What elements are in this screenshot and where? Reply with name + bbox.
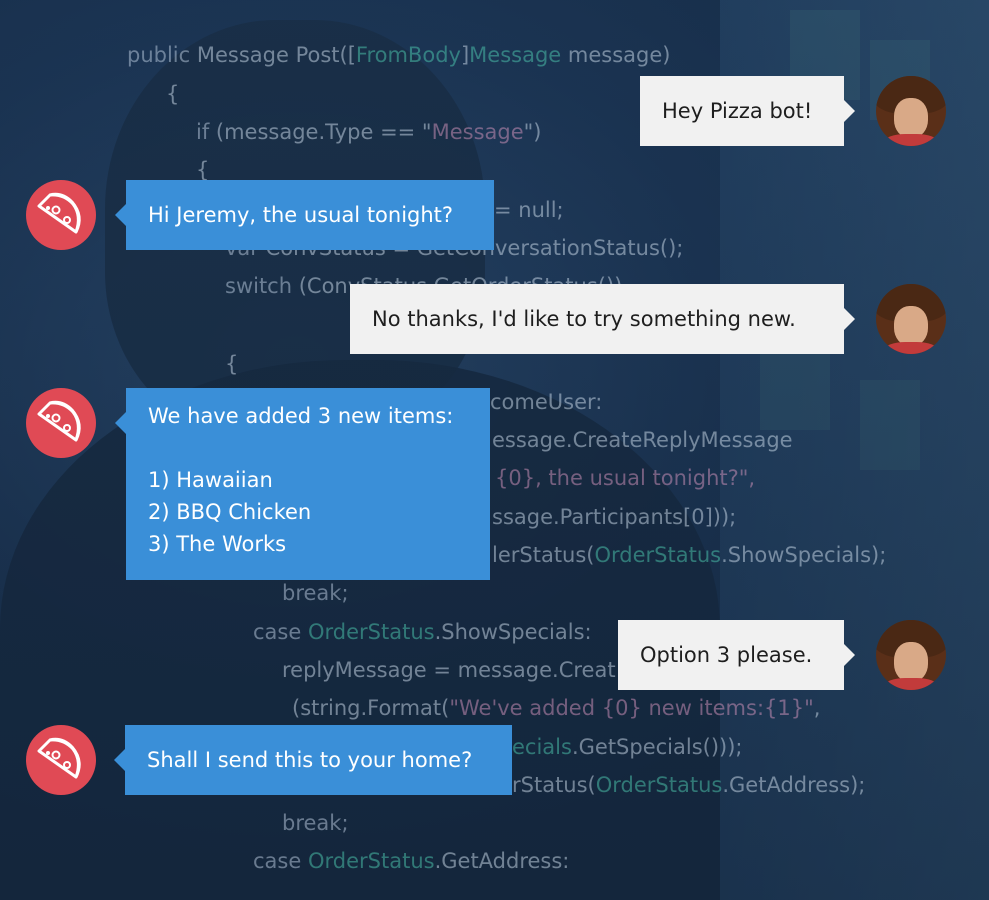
user-avatar: [876, 620, 946, 690]
code-line: case OrderStatus.ShowSpecials:: [253, 620, 592, 644]
code-line: essage.CreateReplyMessage: [492, 428, 793, 452]
code-line: public Message Post([FromBody]Message me…: [127, 43, 671, 67]
code-line: break;: [282, 581, 349, 605]
message-text: Hey Pizza bot!: [662, 99, 813, 123]
code-line: {: [166, 82, 180, 106]
message-line: We have added 3 new items:: [148, 404, 454, 428]
bot-avatar: [26, 180, 96, 250]
code-line: ssage.Participants[0]));: [492, 505, 737, 529]
bot-message-bubble: We have added 3 new items: 1) Hawaiian 2…: [115, 388, 490, 580]
user-avatar-face: [894, 306, 928, 346]
user-message-bubble: No thanks, I'd like to try something new…: [350, 284, 855, 354]
message-line: 1) Hawaiian: [148, 468, 273, 492]
message-line: 3) The Works: [148, 532, 287, 556]
bot-avatar: [26, 388, 96, 458]
user-avatar-face: [894, 642, 928, 682]
code-line: {: [196, 158, 210, 182]
bot-message-bubble: Shall I send this to your home?: [114, 725, 512, 795]
code-line: replyMessage = message.Creat: [282, 658, 616, 682]
code-line: break;: [282, 811, 349, 835]
code-line: rStatus(OrderStatus.GetAddress);: [512, 773, 866, 797]
user-avatar: [876, 284, 946, 354]
message-text: No thanks, I'd like to try something new…: [372, 307, 796, 331]
code-line: ecials.GetSpecials()));: [512, 735, 743, 759]
code-line: {: [225, 352, 239, 376]
pizza-slice-icon: [37, 737, 81, 779]
message-text: Shall I send this to your home?: [147, 748, 473, 772]
bot-avatar: [26, 725, 96, 795]
message-text: Option 3 please.: [640, 643, 813, 667]
bot-message-bubble: Hi Jeremy, the usual tonight?: [115, 180, 494, 250]
user-avatar-shirt: [884, 678, 938, 690]
pizza-slice-icon: [37, 400, 81, 442]
code-line: if (message.Type == "Message"): [196, 120, 542, 144]
message-line: [148, 432, 468, 464]
chat-stage: public Message Post([FromBody]Message me…: [0, 0, 989, 900]
user-avatar-face: [894, 98, 928, 138]
code-line: lerStatus(OrderStatus.ShowSpecials);: [492, 543, 887, 567]
user-avatar-shirt: [884, 342, 938, 354]
user-avatar-shirt: [884, 134, 938, 146]
message-text: Hi Jeremy, the usual tonight?: [148, 203, 454, 227]
message-line: 2) BBQ Chicken: [148, 500, 312, 524]
pizza-slice-icon: [37, 192, 81, 234]
user-message-bubble: Option 3 please.: [618, 620, 855, 690]
user-message-bubble: Hey Pizza bot!: [640, 76, 855, 146]
code-line: (string.Format("We've added {0} new item…: [292, 696, 821, 720]
code-line: case OrderStatus.GetAddress:: [253, 849, 570, 873]
code-line: comeUser:: [490, 390, 603, 414]
code-line: = null;: [494, 198, 564, 222]
code-line: {0}, the usual tonight?",: [495, 466, 756, 490]
user-avatar: [876, 76, 946, 146]
